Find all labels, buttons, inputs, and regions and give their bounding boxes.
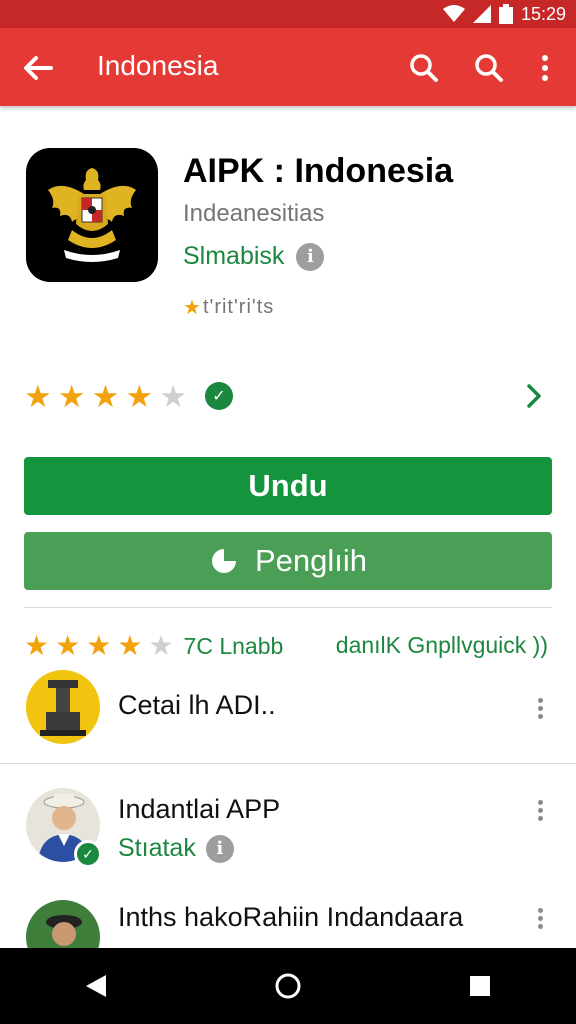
item-subtitle: Stıatak — [118, 834, 196, 862]
item-subtitle-row: Stıatak i — [118, 834, 234, 863]
navigation-bar — [0, 948, 576, 1024]
star-empty-icon: ★ — [148, 630, 174, 661]
avatar — [26, 670, 100, 744]
arrow-back-icon[interactable] — [18, 48, 58, 88]
rating-row[interactable]: ★ ★ ★ ★ ★ ✓ — [24, 374, 554, 418]
item-title: Cetai lh ADI.. — [118, 690, 276, 720]
more-vert-icon[interactable] — [525, 48, 565, 88]
star-filled-icon: ★ — [91, 378, 120, 414]
star-filled-icon: ★ — [24, 378, 52, 414]
developer-row[interactable]: Slmabisk i — [183, 242, 325, 271]
app-bar-title: Indonesia — [97, 50, 219, 81]
search-icon[interactable] — [404, 48, 444, 88]
review-count: 7C Lnabb — [183, 632, 284, 659]
divider — [0, 763, 576, 764]
star-filled-icon: ★ — [125, 378, 154, 414]
more-vert-icon[interactable] — [530, 690, 550, 726]
info-icon[interactable]: i — [296, 242, 325, 271]
signal-icon — [472, 5, 491, 23]
secondary-button[interactable]: Penglıih — [24, 532, 552, 590]
app-subtitle: Indeanesitias — [183, 200, 325, 227]
review-summary[interactable]: ★ ★ ★ ★ ★ 7C Lnabb danılK Gnpllvguick )) — [24, 626, 552, 666]
star-filled-icon: ★ — [86, 630, 112, 661]
avatar — [26, 900, 100, 948]
garuda-emblem-icon — [48, 168, 136, 262]
secondary-button-label: Penglıih — [254, 543, 368, 578]
rating-stars: ★ ★ ★ ★ ★ — [24, 381, 187, 412]
status-time: 15:29 — [520, 3, 566, 24]
star-empty-icon: ★ — [159, 378, 187, 414]
list-item[interactable]: Inths hakoRahiin Indandaara — [0, 898, 576, 948]
half-star-icon: ★ — [183, 296, 201, 319]
refresh-icon — [211, 549, 236, 573]
item-title: Indantlai APP — [118, 794, 281, 824]
small-rating-text: t'rit'ri'ts — [202, 296, 275, 318]
status-bar: 15:29 — [0, 0, 576, 28]
app-title: AIPK : Indonesia — [183, 152, 454, 190]
more-vert-icon[interactable] — [530, 792, 550, 828]
more-vert-icon[interactable] — [530, 900, 550, 936]
review-link[interactable]: danılK Gnpllvguick )) — [336, 632, 548, 659]
info-icon[interactable]: i — [205, 834, 234, 863]
app-icon-garuda[interactable] — [26, 148, 158, 282]
content-rating: ★ t'rit'ri'ts — [183, 296, 274, 319]
star-filled-icon: ★ — [24, 630, 50, 661]
star-filled-icon: ★ — [55, 630, 81, 661]
wifi-icon — [442, 5, 465, 22]
app-bar: Indonesia — [0, 28, 576, 106]
back-triangle-icon[interactable] — [66, 956, 126, 1016]
recents-square-icon[interactable] — [450, 956, 510, 1016]
developer-name[interactable]: Slmabisk — [183, 242, 284, 271]
install-button-label: Undu — [248, 468, 328, 503]
star-filled-icon: ★ — [57, 378, 86, 414]
review-stars: ★ ★ ★ ★ ★ — [24, 632, 174, 660]
home-circle-icon[interactable] — [258, 956, 318, 1016]
item-title: Inths hakoRahiin Indandaara — [118, 902, 464, 932]
verified-badge-icon: ✓ — [204, 382, 233, 410]
status-icons: 15:29 — [442, 2, 566, 26]
verified-check-icon: ✓ — [74, 840, 102, 868]
install-button[interactable]: Undu — [24, 457, 552, 515]
chevron-right-icon[interactable] — [520, 380, 548, 412]
search-icon[interactable] — [469, 48, 509, 88]
battery-icon — [498, 4, 513, 24]
star-filled-icon: ★ — [117, 630, 143, 661]
divider — [24, 607, 552, 608]
